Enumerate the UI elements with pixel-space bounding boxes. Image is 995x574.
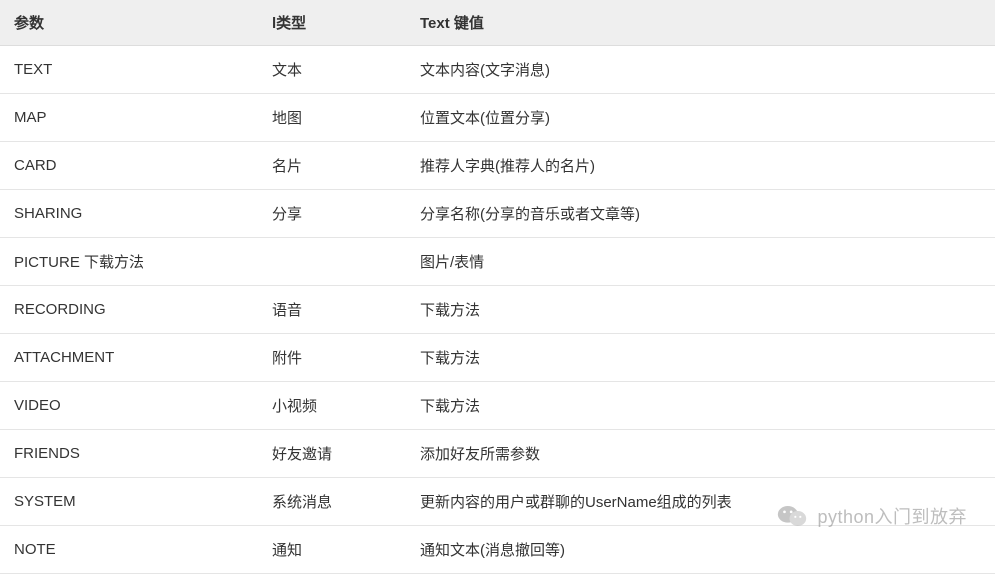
cell-param: SYSTEM (0, 478, 258, 526)
cell-param: FRIENDS (0, 430, 258, 478)
cell-param: RECORDING (0, 286, 258, 334)
cell-text: 更新内容的用户或群聊的UserName组成的列表 (406, 478, 995, 526)
cell-type: 地图 (258, 94, 406, 142)
cell-type: 文本 (258, 46, 406, 94)
cell-text: 位置文本(位置分享) (406, 94, 995, 142)
table-row: SYSTEM系统消息更新内容的用户或群聊的UserName组成的列表 (0, 478, 995, 526)
table-row: ATTACHMENT附件下载方法 (0, 334, 995, 382)
table-body: TEXT文本文本内容(文字消息)MAP地图位置文本(位置分享)CARD名片推荐人… (0, 46, 995, 574)
table-row: TEXT文本文本内容(文字消息) (0, 46, 995, 94)
table-row: FRIENDS好友邀请添加好友所需参数 (0, 430, 995, 478)
cell-param: ATTACHMENT (0, 334, 258, 382)
cell-type: 名片 (258, 142, 406, 190)
cell-type: 分享 (258, 190, 406, 238)
cell-type: 小视频 (258, 382, 406, 430)
table-row: SHARING分享分享名称(分享的音乐或者文章等) (0, 190, 995, 238)
cell-type: 语音 (258, 286, 406, 334)
table-row: CARD名片推荐人字典(推荐人的名片) (0, 142, 995, 190)
table-row: RECORDING语音下载方法 (0, 286, 995, 334)
cell-type (258, 238, 406, 286)
cell-text: 通知文本(消息撤回等) (406, 526, 995, 574)
cell-param: TEXT (0, 46, 258, 94)
cell-text: 分享名称(分享的音乐或者文章等) (406, 190, 995, 238)
cell-param: PICTURE 下载方法 (0, 238, 258, 286)
cell-text: 下载方法 (406, 382, 995, 430)
header-param: 参数 (0, 0, 258, 46)
cell-type: 通知 (258, 526, 406, 574)
cell-param: NOTE (0, 526, 258, 574)
cell-type: 好友邀请 (258, 430, 406, 478)
cell-text: 下载方法 (406, 334, 995, 382)
cell-type: 系统消息 (258, 478, 406, 526)
cell-param: SHARING (0, 190, 258, 238)
cell-text: 推荐人字典(推荐人的名片) (406, 142, 995, 190)
cell-text: 下载方法 (406, 286, 995, 334)
params-table: 参数 l类型 Text 键值 TEXT文本文本内容(文字消息)MAP地图位置文本… (0, 0, 995, 574)
cell-type: 附件 (258, 334, 406, 382)
header-type: l类型 (258, 0, 406, 46)
cell-param: VIDEO (0, 382, 258, 430)
cell-param: CARD (0, 142, 258, 190)
cell-param: MAP (0, 94, 258, 142)
table-row: VIDEO小视频下载方法 (0, 382, 995, 430)
cell-text: 图片/表情 (406, 238, 995, 286)
table-row: PICTURE 下载方法 图片/表情 (0, 238, 995, 286)
cell-text: 添加好友所需参数 (406, 430, 995, 478)
table-row: MAP地图位置文本(位置分享) (0, 94, 995, 142)
table-header-row: 参数 l类型 Text 键值 (0, 0, 995, 46)
table-row: NOTE通知通知文本(消息撤回等) (0, 526, 995, 574)
cell-text: 文本内容(文字消息) (406, 46, 995, 94)
header-text: Text 键值 (406, 0, 995, 46)
